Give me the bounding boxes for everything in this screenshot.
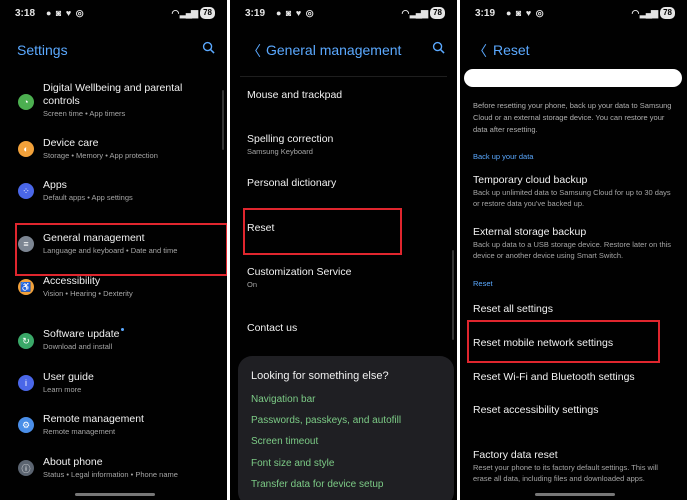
wellbeing-icon: ◔: [18, 94, 34, 110]
accessibility-icon: ♿: [18, 279, 34, 295]
highlight-box: [243, 208, 402, 255]
scrollbar[interactable]: [222, 90, 224, 150]
item-title: Accessibility: [43, 275, 101, 287]
battery-level: 78: [200, 7, 215, 19]
item-title: Customization Service: [247, 266, 352, 278]
about-phone-icon: ⓘ: [18, 460, 34, 476]
settings-item[interactable]: Digital Wellbeing and parental controls S…: [43, 82, 213, 119]
link-transfer-data[interactable]: Transfer data for device setup: [251, 479, 383, 490]
page-title: Reset: [493, 42, 530, 58]
notification-icons: ● ◙ ♥ ◎: [276, 8, 315, 18]
settings-item[interactable]: User guide Learn more: [43, 371, 213, 395]
scrollbar[interactable]: [452, 250, 454, 340]
item-subtitle: Back up unlimited data to Samsung Cloud …: [473, 188, 671, 208]
status-bar: 3:19 ● ◙ ♥ ◎ ◠ ▂▄▆ 78: [475, 7, 675, 21]
section-header-backup: Back up your data: [473, 152, 534, 161]
highlight-box: [15, 223, 227, 276]
external-storage-backup[interactable]: External storage backup Back up data to …: [473, 226, 673, 261]
page-title: Settings: [17, 42, 68, 58]
notification-icons: ● ◙ ♥ ◎: [46, 8, 85, 18]
item-title: Mouse and trackpad: [247, 89, 343, 101]
item-title: User guide: [43, 371, 94, 383]
section-header-reset: Reset: [473, 279, 493, 288]
item-title: Digital Wellbeing and parental controls: [43, 82, 183, 107]
reset-wifi-bluetooth-settings[interactable]: Reset Wi-Fi and Bluetooth settings: [473, 371, 635, 384]
search-icon[interactable]: [202, 41, 215, 54]
back-arrow-icon[interactable]: 〈: [247, 41, 261, 61]
link-navigation-bar[interactable]: Navigation bar: [251, 394, 315, 405]
item-subtitle: Download and install: [43, 342, 113, 351]
status-bar: 3:18 ● ◙ ♥ ◎ ◠ ▂▄▆ 78: [15, 7, 215, 21]
item-title: About phone: [43, 456, 103, 468]
settings-item[interactable]: Remote management Remote management: [43, 413, 213, 437]
wifi-signal-icon: ◠ ▂▄▆: [401, 7, 429, 18]
item-subtitle: Vision • Hearing • Dexterity: [43, 289, 133, 298]
item-subtitle: Back up data to a USB storage device. Re…: [473, 240, 672, 260]
general-item[interactable]: Contact us: [247, 322, 437, 335]
item-title: External storage backup: [473, 226, 587, 238]
item-subtitle: Storage • Memory • App protection: [43, 151, 158, 160]
settings-item[interactable]: Accessibility Vision • Hearing • Dexterit…: [43, 275, 213, 299]
item-title: Remote management: [43, 413, 144, 425]
item-title: Temporary cloud backup: [473, 174, 588, 186]
item-subtitle: Reset your phone to its factory default …: [473, 463, 658, 483]
device-care-icon: ◐: [18, 141, 34, 157]
item-title: Spelling correction: [247, 133, 334, 145]
settings-item[interactable]: Software update Download and install: [43, 328, 213, 352]
item-subtitle: Default apps • App settings: [43, 193, 133, 202]
apps-icon: ⁘: [18, 183, 34, 199]
wifi-signal-icon: ◠ ▂▄▆: [171, 7, 199, 18]
settings-screen: 3:18 ● ◙ ♥ ◎ ◠ ▂▄▆ 78 Settings ◔ Digital …: [0, 0, 227, 500]
highlight-box: [467, 320, 660, 363]
battery-level: 78: [430, 7, 445, 19]
item-title: Factory data reset: [473, 449, 558, 461]
general-item[interactable]: Personal dictionary: [247, 177, 437, 190]
temporary-cloud-backup[interactable]: Temporary cloud backup Back up unlimited…: [473, 174, 673, 209]
status-time: 3:19: [475, 8, 496, 19]
search-icon[interactable]: [432, 41, 445, 54]
link-font-size[interactable]: Font size and style: [251, 458, 334, 469]
item-subtitle: Screen time • App timers: [43, 109, 126, 118]
settings-item[interactable]: Device care Storage • Memory • App protec…: [43, 137, 213, 161]
status-time: 3:18: [15, 8, 36, 19]
general-item[interactable]: Spelling correction Samsung Keyboard: [247, 133, 437, 157]
link-passwords[interactable]: Passwords, passkeys, and autofill: [251, 415, 401, 426]
item-subtitle: On: [247, 280, 258, 289]
status-time: 3:19: [245, 8, 266, 19]
item-subtitle: Learn more: [43, 385, 82, 394]
redacted-bar: [464, 69, 682, 87]
item-subtitle: Status • Legal information • Phone name: [43, 470, 178, 479]
status-bar: 3:19 ● ◙ ♥ ◎ ◠ ▂▄▆ 78: [245, 7, 445, 21]
user-guide-icon: i: [18, 375, 34, 391]
divider: [240, 76, 447, 77]
software-update-icon: ↻: [18, 333, 34, 349]
update-badge-dot: [121, 328, 125, 331]
item-subtitle: Samsung Keyboard: [247, 147, 313, 156]
item-title: Personal dictionary: [247, 177, 337, 189]
reset-intro: Before resetting your phone, back up you…: [473, 101, 672, 134]
general-item[interactable]: Customization Service On: [247, 266, 437, 290]
nav-handle[interactable]: [75, 493, 155, 496]
reset-all-settings[interactable]: Reset all settings: [473, 303, 553, 316]
page-title: General management: [266, 42, 402, 58]
link-screen-timeout[interactable]: Screen timeout: [251, 436, 318, 447]
nav-handle[interactable]: [535, 493, 615, 496]
card-heading: Looking for something else?: [251, 370, 389, 382]
reset-accessibility-settings[interactable]: Reset accessibility settings: [473, 404, 598, 417]
item-title: Software update: [43, 328, 213, 341]
back-arrow-icon[interactable]: 〈: [473, 41, 487, 61]
item-subtitle: Remote management: [43, 427, 116, 436]
item-title: Contact us: [247, 322, 298, 334]
general-item[interactable]: Mouse and trackpad: [247, 89, 437, 102]
factory-data-reset[interactable]: Factory data reset Reset your phone to i…: [473, 449, 673, 484]
suggestions-card: Looking for something else? Navigation b…: [238, 356, 454, 500]
item-title: Apps: [43, 179, 67, 191]
item-title: Device care: [43, 137, 99, 149]
battery-level: 78: [660, 7, 675, 19]
remote-management-icon: ⚙: [18, 417, 34, 433]
settings-item[interactable]: About phone Status • Legal information • …: [43, 456, 213, 480]
wifi-signal-icon: ◠ ▂▄▆: [631, 7, 659, 18]
settings-item[interactable]: Apps Default apps • App settings: [43, 179, 213, 203]
notification-icons: ● ◙ ♥ ◎: [506, 8, 545, 18]
